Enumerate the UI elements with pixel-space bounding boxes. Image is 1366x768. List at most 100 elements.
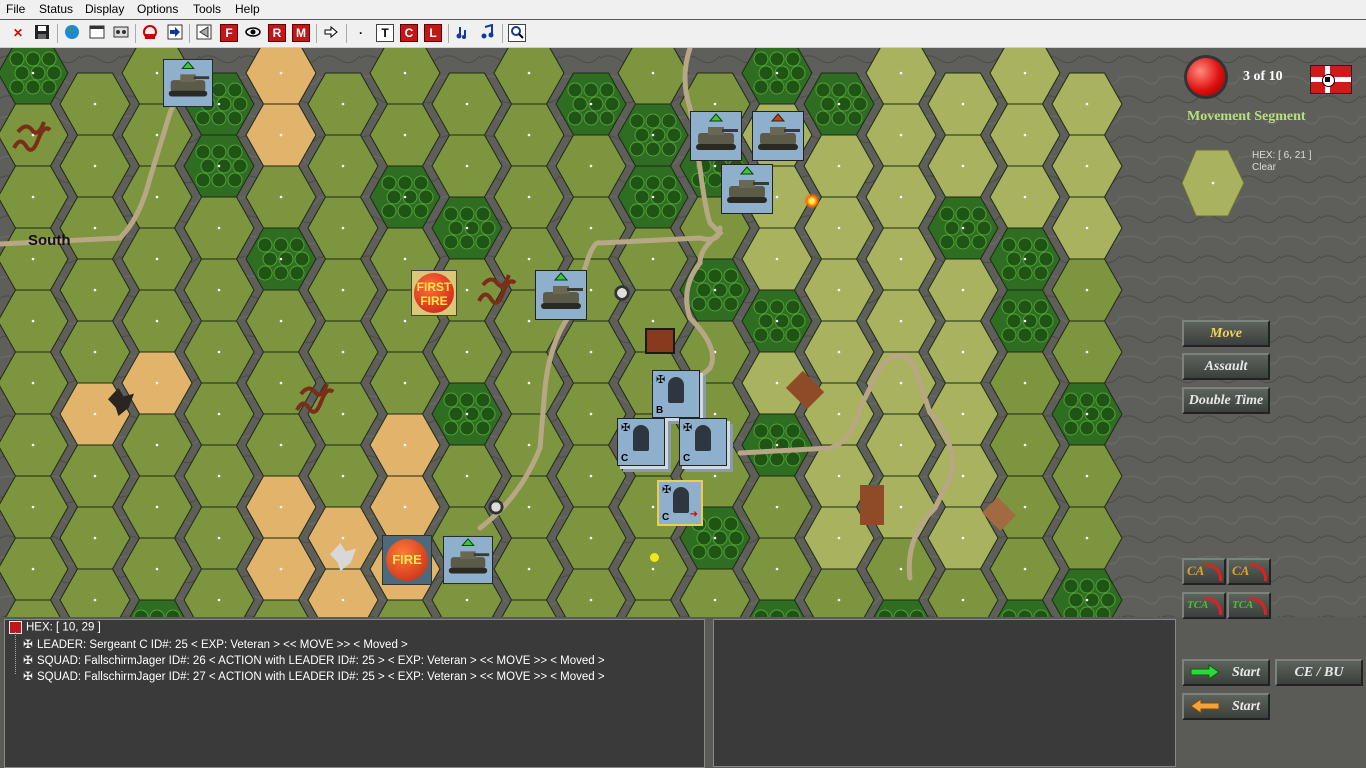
hex-center-dot: [837, 102, 841, 106]
tree-line: [15, 632, 17, 674]
tree: [211, 144, 227, 160]
t-toggle[interactable]: T: [376, 24, 394, 42]
hex-center-dot: [1023, 133, 1027, 137]
hex-center-dot: [1023, 443, 1027, 447]
tree: [1079, 420, 1095, 436]
hex-center-dot: [527, 71, 531, 75]
arrow-right-icon[interactable]: [322, 24, 340, 42]
zoom-icon[interactable]: [508, 24, 526, 42]
tank-counter[interactable]: [690, 111, 742, 161]
move-button[interactable]: Move: [1182, 320, 1270, 347]
building: [645, 328, 675, 354]
r-toggle[interactable]: R: [268, 24, 286, 42]
menu-options[interactable]: Options: [137, 2, 178, 16]
selected-leader-counter[interactable]: ✠ C ➜: [657, 480, 703, 526]
hex-map[interactable]: [0, 48, 1366, 617]
tape-icon[interactable]: [112, 24, 130, 42]
m-toggle[interactable]: M: [292, 24, 310, 42]
iron-cross-icon: ✠: [23, 671, 33, 683]
c-toggle[interactable]: C: [400, 24, 418, 42]
ce-bu-button[interactable]: CE / BU: [1275, 659, 1363, 686]
window-icon[interactable]: [88, 24, 106, 42]
hex-center-dot: [775, 195, 779, 199]
tree: [397, 175, 413, 191]
eye-icon[interactable]: [244, 24, 262, 42]
menu-file[interactable]: File: [6, 2, 25, 16]
tree: [232, 158, 248, 174]
tree: [955, 234, 971, 250]
tree: [785, 423, 801, 439]
game-board[interactable]: South FIRST FIRE FIRE ✠ B ✠ C ✠ C ✠ C ➜: [0, 48, 1366, 617]
enemy-tank-counter[interactable]: [752, 111, 804, 161]
hex-center-dot: [93, 288, 97, 292]
ca-label: CA: [1232, 563, 1250, 578]
tree: [1038, 313, 1054, 329]
hex-center-dot: [713, 536, 717, 540]
hex-center-dot: [341, 412, 345, 416]
menu-status[interactable]: Status: [39, 2, 73, 16]
info-unit-row[interactable]: ✠ SQUAD: FallschirmJager ID#: 27 < ACTION…: [23, 669, 604, 683]
info-unit-row[interactable]: ✠ LEADER: Sergeant C ID#: 25 < EXP: Veter…: [23, 637, 408, 651]
reload-icon[interactable]: [141, 24, 159, 42]
hex-center-dot: [155, 381, 159, 385]
tree: [758, 65, 774, 81]
close-icon[interactable]: ✕: [9, 24, 27, 42]
tank-counter[interactable]: [163, 58, 213, 108]
hex-center-dot: [837, 164, 841, 168]
ca-button-2[interactable]: CA: [1227, 558, 1271, 585]
tree: [769, 79, 785, 95]
squad-counter-c[interactable]: ✠ C: [617, 418, 665, 466]
message-panel: [713, 619, 1176, 767]
dot-icon[interactable]: ·: [352, 24, 370, 42]
hex-center-dot: [713, 412, 717, 416]
hex-center-dot: [527, 443, 531, 447]
tca-button-1[interactable]: TCA: [1182, 592, 1226, 619]
start-forward-button[interactable]: Start: [1182, 659, 1270, 686]
tree: [1038, 251, 1054, 267]
hex-center-dot: [589, 102, 593, 106]
hex-center-dot: [589, 412, 593, 416]
globe-icon[interactable]: [63, 24, 81, 42]
tree: [1095, 420, 1111, 436]
menu-display[interactable]: Display: [85, 2, 124, 16]
sound-fx-icon[interactable]: [454, 24, 472, 42]
l-toggle[interactable]: L: [424, 24, 442, 42]
squad-counter-c[interactable]: ✠ C: [679, 418, 727, 466]
double-time-button[interactable]: Double Time: [1182, 387, 1270, 414]
tank-counter[interactable]: [443, 535, 493, 585]
tank-counter[interactable]: [535, 270, 587, 320]
tree: [262, 251, 278, 267]
tree: [443, 420, 459, 436]
next-phase-icon[interactable]: [166, 24, 184, 42]
tree: [227, 110, 243, 126]
first-fire-marker[interactable]: FIRST FIRE: [411, 270, 457, 316]
assault-button[interactable]: Assault: [1182, 353, 1270, 380]
menu-tools[interactable]: Tools: [193, 2, 221, 16]
squad-counter-b[interactable]: ✠ B: [652, 370, 700, 418]
hex-center-dot: [403, 195, 407, 199]
tank-counter[interactable]: [721, 164, 773, 214]
ca-button-1[interactable]: CA: [1182, 558, 1226, 585]
hex-center-dot: [961, 226, 965, 230]
tree: [397, 203, 413, 219]
tree: [1033, 299, 1049, 315]
tree: [273, 265, 289, 281]
start-back-button[interactable]: Start: [1182, 693, 1270, 720]
save-icon[interactable]: [33, 24, 51, 42]
hex-center-dot: [899, 381, 903, 385]
tree: [583, 82, 599, 98]
music-icon[interactable]: [478, 23, 496, 42]
hex-center-dot: [93, 350, 97, 354]
fire-marker[interactable]: FIRE: [382, 535, 432, 585]
hex-center-dot: [899, 505, 903, 509]
tree: [629, 203, 645, 219]
hex-center-dot: [279, 71, 283, 75]
turn-indicator-light: [1187, 58, 1225, 96]
menu-help[interactable]: Help: [235, 2, 260, 16]
back-icon[interactable]: [195, 24, 213, 42]
tca-button-2[interactable]: TCA: [1227, 592, 1271, 619]
info-unit-row[interactable]: ✠ SQUAD: FallschirmJager ID#: 26 < ACTION…: [23, 653, 604, 667]
fire-toggle[interactable]: F: [220, 24, 238, 42]
hex-center-dot: [93, 598, 97, 602]
hex-center-dot: [837, 288, 841, 292]
